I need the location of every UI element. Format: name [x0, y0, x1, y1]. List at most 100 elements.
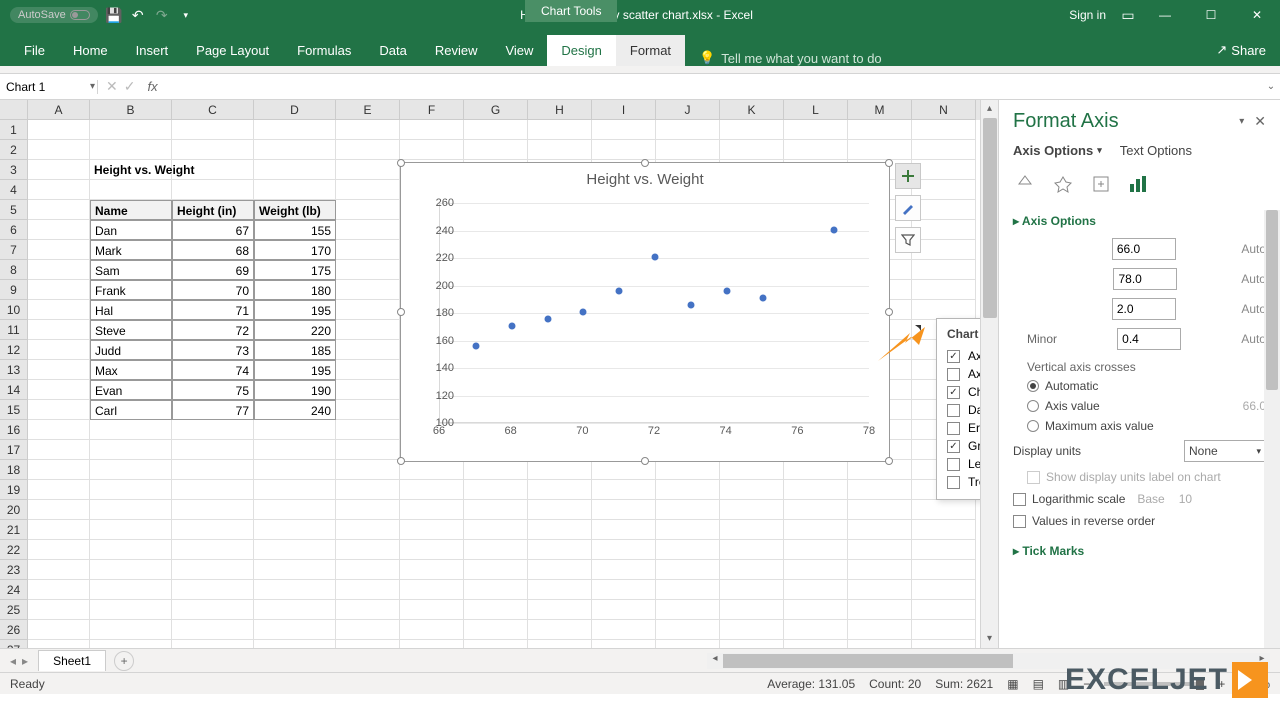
cell[interactable]: [172, 120, 254, 140]
col-header-J[interactable]: J: [656, 100, 720, 120]
cell[interactable]: [336, 500, 400, 520]
cell[interactable]: [336, 220, 400, 240]
data-point[interactable]: [831, 226, 838, 233]
chart-element-legend[interactable]: Legend: [947, 455, 980, 473]
cell[interactable]: [784, 140, 848, 160]
cell[interactable]: [464, 640, 528, 648]
col-header-C[interactable]: C: [172, 100, 254, 120]
col-header-I[interactable]: I: [592, 100, 656, 120]
save-icon[interactable]: 💾: [106, 7, 122, 23]
cell[interactable]: [592, 580, 656, 600]
formula-expand-icon[interactable]: ⌄: [1262, 81, 1280, 92]
cell[interactable]: 75: [172, 380, 254, 400]
cell[interactable]: [912, 640, 976, 648]
view-layout-icon[interactable]: ▤: [1033, 677, 1044, 691]
cell[interactable]: [912, 540, 976, 560]
cell[interactable]: [656, 500, 720, 520]
cell[interactable]: [912, 120, 976, 140]
cell[interactable]: [848, 600, 912, 620]
row-header[interactable]: 16: [0, 420, 28, 440]
cell[interactable]: [28, 460, 90, 480]
data-point[interactable]: [687, 302, 694, 309]
cell[interactable]: [912, 180, 976, 200]
col-header-G[interactable]: G: [464, 100, 528, 120]
cell[interactable]: [656, 640, 720, 648]
select-all-corner[interactable]: [0, 100, 28, 120]
cell[interactable]: [784, 520, 848, 540]
cell[interactable]: [848, 540, 912, 560]
cell[interactable]: [912, 580, 976, 600]
cell[interactable]: [656, 520, 720, 540]
cell[interactable]: [90, 180, 172, 200]
cell[interactable]: 70: [172, 280, 254, 300]
cell[interactable]: [28, 400, 90, 420]
data-point[interactable]: [472, 343, 479, 350]
undo-icon[interactable]: ↶: [130, 7, 146, 23]
cell[interactable]: [254, 420, 336, 440]
cell[interactable]: [336, 580, 400, 600]
cell[interactable]: [254, 120, 336, 140]
fill-line-icon[interactable]: [1013, 172, 1037, 196]
row-header[interactable]: 26: [0, 620, 28, 640]
cell[interactable]: 72: [172, 320, 254, 340]
cell[interactable]: [28, 240, 90, 260]
row-header[interactable]: 6: [0, 220, 28, 240]
cell[interactable]: Mark: [90, 240, 172, 260]
col-header-K[interactable]: K: [720, 100, 784, 120]
row-header[interactable]: 15: [0, 400, 28, 420]
cell[interactable]: [848, 140, 912, 160]
row-header[interactable]: 10: [0, 300, 28, 320]
cell[interactable]: [28, 600, 90, 620]
cell[interactable]: [464, 460, 528, 480]
row-header[interactable]: 14: [0, 380, 28, 400]
cell[interactable]: [28, 220, 90, 240]
chart-element-chart-title[interactable]: ✓Chart Title: [947, 383, 980, 401]
cell[interactable]: [528, 120, 592, 140]
cell[interactable]: [28, 500, 90, 520]
cell[interactable]: [592, 500, 656, 520]
cell[interactable]: [172, 160, 254, 180]
cell[interactable]: [400, 640, 464, 648]
cell[interactable]: [336, 300, 400, 320]
cell[interactable]: [784, 540, 848, 560]
cell[interactable]: [336, 200, 400, 220]
cell[interactable]: [656, 560, 720, 580]
cell[interactable]: [912, 520, 976, 540]
units-minor-input[interactable]: [1117, 328, 1181, 350]
cell[interactable]: [848, 580, 912, 600]
cell[interactable]: [656, 540, 720, 560]
cell[interactable]: [336, 340, 400, 360]
cell[interactable]: [848, 520, 912, 540]
cell[interactable]: [528, 540, 592, 560]
cell[interactable]: [400, 480, 464, 500]
data-point[interactable]: [508, 322, 515, 329]
cell[interactable]: [254, 140, 336, 160]
col-header-B[interactable]: B: [90, 100, 172, 120]
cell[interactable]: [28, 340, 90, 360]
cell[interactable]: [912, 140, 976, 160]
cell[interactable]: [254, 440, 336, 460]
chart-element-error-bars[interactable]: Error Bars: [947, 419, 980, 437]
cell[interactable]: [656, 120, 720, 140]
cell[interactable]: [28, 520, 90, 540]
row-header[interactable]: 7: [0, 240, 28, 260]
cell[interactable]: [172, 620, 254, 640]
chart-filters-button[interactable]: [895, 227, 921, 253]
col-header-A[interactable]: A: [28, 100, 90, 120]
col-header-F[interactable]: F: [400, 100, 464, 120]
cell[interactable]: [336, 360, 400, 380]
cell[interactable]: [720, 620, 784, 640]
cell[interactable]: [400, 500, 464, 520]
name-box[interactable]: Chart 1 ▾: [0, 80, 98, 94]
cell[interactable]: [592, 480, 656, 500]
chart-element-trendline[interactable]: Trendline: [947, 473, 980, 491]
cell[interactable]: [528, 520, 592, 540]
cell[interactable]: [400, 560, 464, 580]
cell[interactable]: Hal: [90, 300, 172, 320]
cell[interactable]: [90, 600, 172, 620]
cell[interactable]: [528, 580, 592, 600]
cell[interactable]: [172, 480, 254, 500]
row-header[interactable]: 23: [0, 560, 28, 580]
chart-element-data-labels[interactable]: Data Labels: [947, 401, 980, 419]
cell[interactable]: [90, 120, 172, 140]
